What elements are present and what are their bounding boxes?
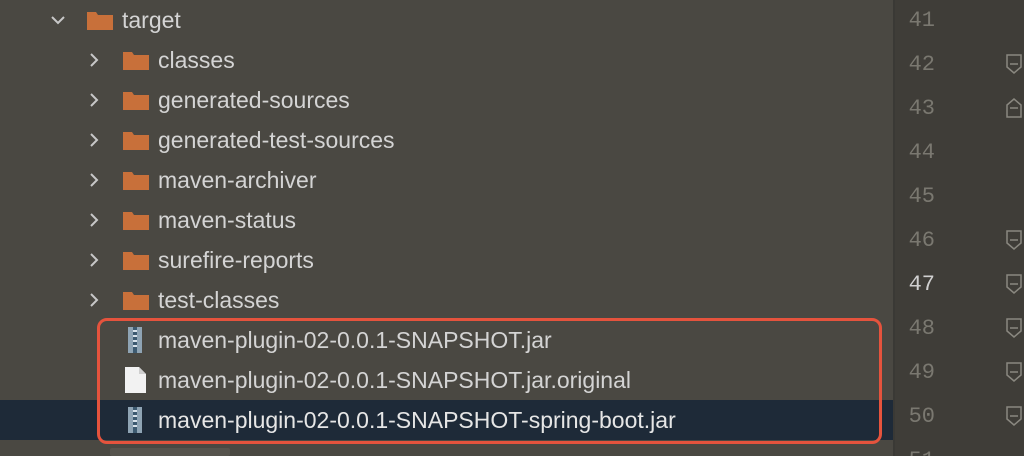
tree-row-target[interactable]: target: [0, 0, 893, 40]
fold-end-icon[interactable]: [1005, 230, 1023, 250]
tree-row-test-classes[interactable]: test-classes: [0, 280, 893, 320]
project-tree: target classes generated-sources generat…: [0, 0, 893, 456]
chevron-right-icon[interactable]: [86, 212, 102, 228]
editor-gutter: 41 42 43 44 45 46 47 48 49 50 51: [895, 0, 1024, 456]
line-number: 45: [908, 184, 935, 209]
folder-icon: [123, 252, 149, 270]
line-number: 44: [908, 140, 935, 165]
tree-row-classes[interactable]: classes: [0, 40, 893, 80]
tree-row-label: generated-test-sources: [158, 127, 395, 153]
folder-icon: [123, 52, 149, 70]
tree-row-label: maven-status: [158, 207, 297, 233]
line-number: 51: [895, 448, 935, 456]
tree-row-label: generated-sources: [158, 87, 350, 113]
fold-start-icon[interactable]: [1005, 98, 1023, 118]
fold-end-icon[interactable]: [1005, 318, 1023, 338]
folder-icon: [123, 292, 149, 310]
line-number: 43: [908, 96, 935, 121]
folder-icon: [123, 132, 149, 150]
tree-row-maven-archiver[interactable]: maven-archiver: [0, 160, 893, 200]
tree-row-maven-status[interactable]: maven-status: [0, 200, 893, 240]
fold-end-icon[interactable]: [1005, 406, 1023, 426]
tree-row-label: classes: [158, 47, 235, 73]
chevron-right-icon[interactable]: [86, 252, 102, 268]
tree-row-generated-sources[interactable]: generated-sources: [0, 80, 893, 120]
chevron-right-icon[interactable]: [86, 92, 102, 108]
fold-end-icon[interactable]: [1005, 274, 1023, 294]
line-number: 50: [908, 404, 935, 429]
tree-row-label: maven-archiver: [158, 167, 317, 193]
chevron-right-icon[interactable]: [86, 132, 102, 148]
folder-icon: [123, 92, 149, 110]
fold-end-icon[interactable]: [1005, 54, 1023, 74]
tree-row-surefire-reports[interactable]: surefire-reports: [0, 240, 893, 280]
chevron-right-icon[interactable]: [86, 292, 102, 308]
line-number: 46: [908, 228, 935, 253]
line-number: 49: [908, 360, 935, 385]
partial-next-row: [110, 448, 230, 456]
line-number-current: 47: [908, 272, 935, 297]
tree-row-label: test-classes: [158, 287, 280, 313]
line-number: 48: [908, 316, 935, 341]
chevron-right-icon[interactable]: [86, 172, 102, 188]
chevron-down-icon[interactable]: [50, 12, 66, 28]
line-number: 42: [908, 52, 935, 77]
tree-row-label: target: [122, 7, 181, 33]
folder-icon: [87, 12, 113, 30]
chevron-right-icon[interactable]: [86, 52, 102, 68]
tree-row-generated-test-sources[interactable]: generated-test-sources: [0, 120, 893, 160]
tree-row-label: surefire-reports: [158, 247, 314, 273]
folder-icon: [123, 212, 149, 230]
fold-end-icon[interactable]: [1005, 362, 1023, 382]
annotation-highlight-box: [97, 318, 882, 444]
folder-icon: [123, 172, 149, 190]
line-number: 41: [908, 8, 935, 33]
